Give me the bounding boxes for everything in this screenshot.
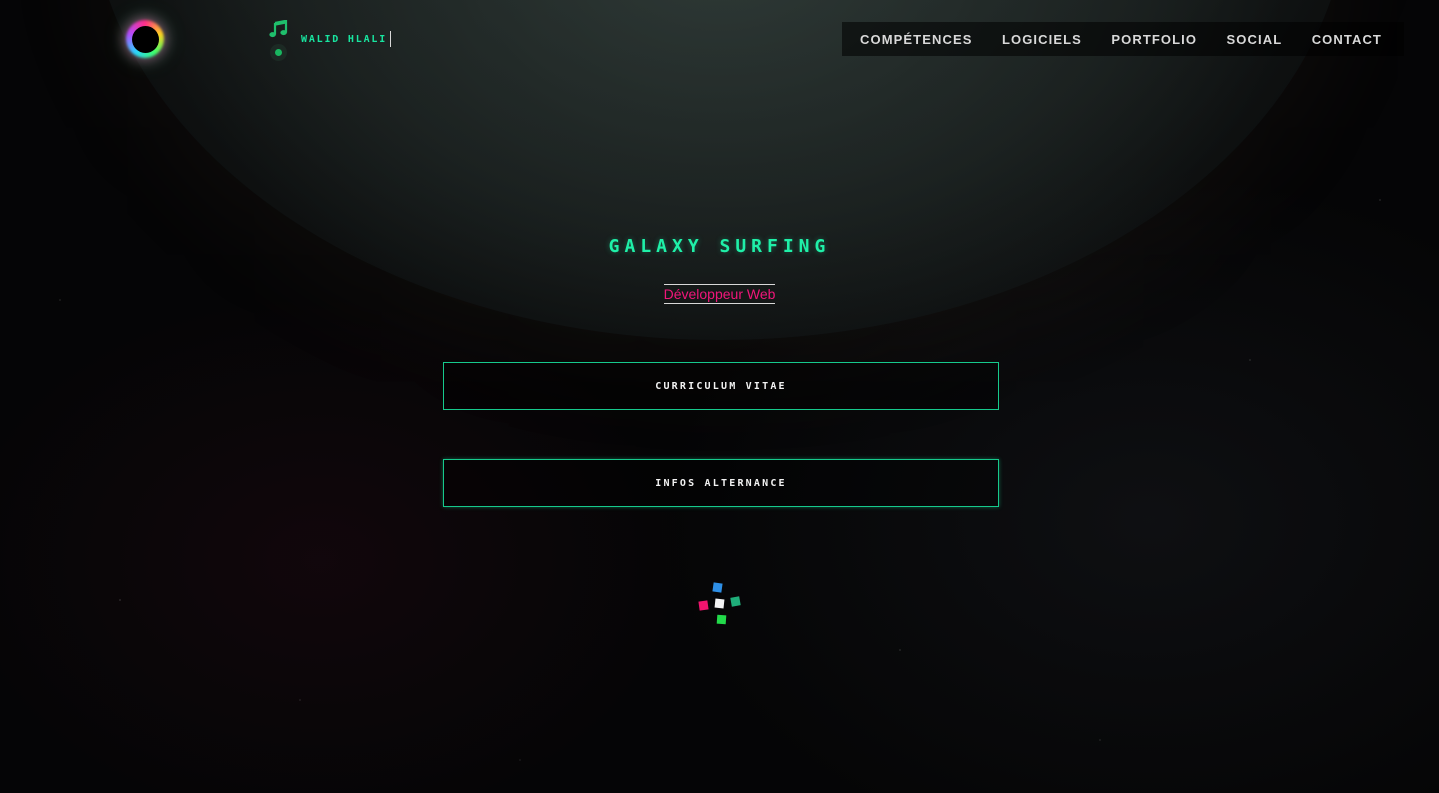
nav-link-logiciels[interactable]: LOGICIELS xyxy=(1002,32,1082,47)
loader-square-white xyxy=(714,598,725,609)
nav-link-contact[interactable]: CONTACT xyxy=(1312,32,1382,47)
hero-subtitle: Développeur Web xyxy=(663,284,776,304)
infos-alternance-button[interactable]: Infos Alternance xyxy=(443,459,999,507)
loader-square-pink xyxy=(698,600,709,611)
music-toggle-icon[interactable] xyxy=(270,44,287,61)
music-note-icon[interactable] xyxy=(269,20,289,38)
brand-text: Walid Hlali xyxy=(301,33,388,45)
loader-square-teal xyxy=(730,596,741,607)
page: Walid Hlali COMPÉTENCES LOGICIELS PORTFO… xyxy=(0,0,1439,793)
music-control xyxy=(268,18,290,62)
infos-alternance-label: Infos Alternance xyxy=(655,477,787,489)
typing-caret xyxy=(390,31,392,47)
hero-subtitle-wrap: Développeur Web xyxy=(0,284,1439,304)
nav-link-social[interactable]: SOCIAL xyxy=(1227,32,1283,47)
loader-square-green xyxy=(716,614,727,625)
curriculum-vitae-label: Curriculum Vitae xyxy=(655,380,787,392)
nav-link-competences[interactable]: COMPÉTENCES xyxy=(860,32,973,47)
brand-name: Walid Hlali xyxy=(301,30,392,48)
hero-title: Galaxy Surfing xyxy=(608,236,831,257)
logo-core[interactable] xyxy=(132,26,159,53)
main-nav: COMPÉTENCES LOGICIELS PORTFOLIO SOCIAL C… xyxy=(842,22,1404,56)
loader-square-blue xyxy=(712,582,723,593)
curriculum-vitae-button[interactable]: Curriculum Vitae xyxy=(443,362,999,410)
nav-link-portfolio[interactable]: PORTFOLIO xyxy=(1111,32,1197,47)
loader-icon xyxy=(696,580,744,628)
